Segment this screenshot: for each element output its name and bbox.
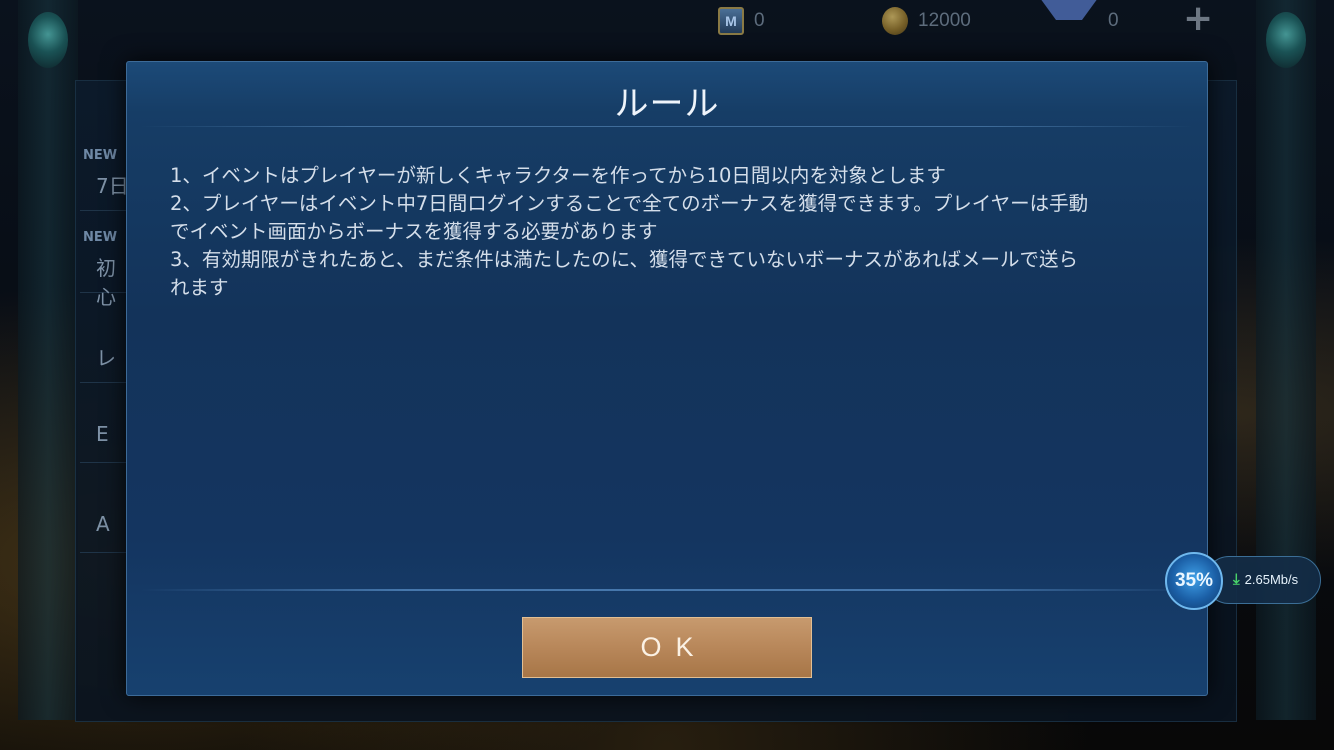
bg-tab-label: レ (96, 346, 116, 370)
right-pillar-decoration (1256, 0, 1316, 720)
new-badge: NEW (83, 230, 118, 245)
rule-item-1: 1、イベントはプレイヤーが新しくキャラクターを作ってから10日間以内を対象としま… (170, 164, 946, 187)
download-percent-badge: 35% (1165, 552, 1223, 610)
dialog-title: ルール (614, 84, 720, 124)
bg-tab-label: 7日 (96, 174, 129, 198)
gold-coin-icon (882, 7, 908, 35)
add-currency-plus-icon[interactable]: + (1183, 1, 1213, 37)
gold-count: 12000 (918, 10, 971, 31)
ok-button[interactable]: OK (522, 617, 812, 678)
download-speed-value: 2.65Mb/s (1244, 572, 1299, 587)
medal-currency: M 0 (718, 7, 765, 35)
currency-bar: M 0 12000 0 + (0, 0, 1334, 44)
new-badge: NEW (83, 148, 118, 163)
diamond-currency: 0 (1040, 0, 1119, 34)
medal-icon: M (718, 7, 744, 35)
diamond-icon (1040, 0, 1098, 48)
download-arrow-icon: ⤓ (1233, 571, 1240, 588)
diamond-count: 0 (1108, 10, 1119, 31)
medal-count: 0 (754, 10, 765, 31)
bg-tab-label: A (96, 512, 110, 536)
footer-divider (141, 589, 1193, 591)
download-progress-widget[interactable]: 35% ⤓ 2.65Mb/s (1165, 552, 1323, 610)
gold-currency: 12000 (882, 7, 971, 35)
download-speed: ⤓ 2.65Mb/s (1233, 571, 1298, 588)
title-divider (141, 126, 1193, 127)
left-pillar-decoration (18, 0, 78, 720)
rule-item-2: 2、プレイヤーはイベント中7日間ログインすることで全てのボーナスを獲得できます。… (170, 192, 1089, 243)
rule-item-3: 3、有効期限がきれたあと、まだ条件は満たしたのに、獲得できていないボーナスがあれ… (170, 248, 1079, 299)
bg-tab-label: E (96, 422, 109, 446)
rules-text: 1、イベントはプレイヤーが新しくキャラクターを作ってから10日間以内を対象としま… (170, 162, 1170, 302)
rules-dialog: ルール 1、イベントはプレイヤーが新しくキャラクターを作ってから10日間以内を対… (126, 61, 1208, 696)
